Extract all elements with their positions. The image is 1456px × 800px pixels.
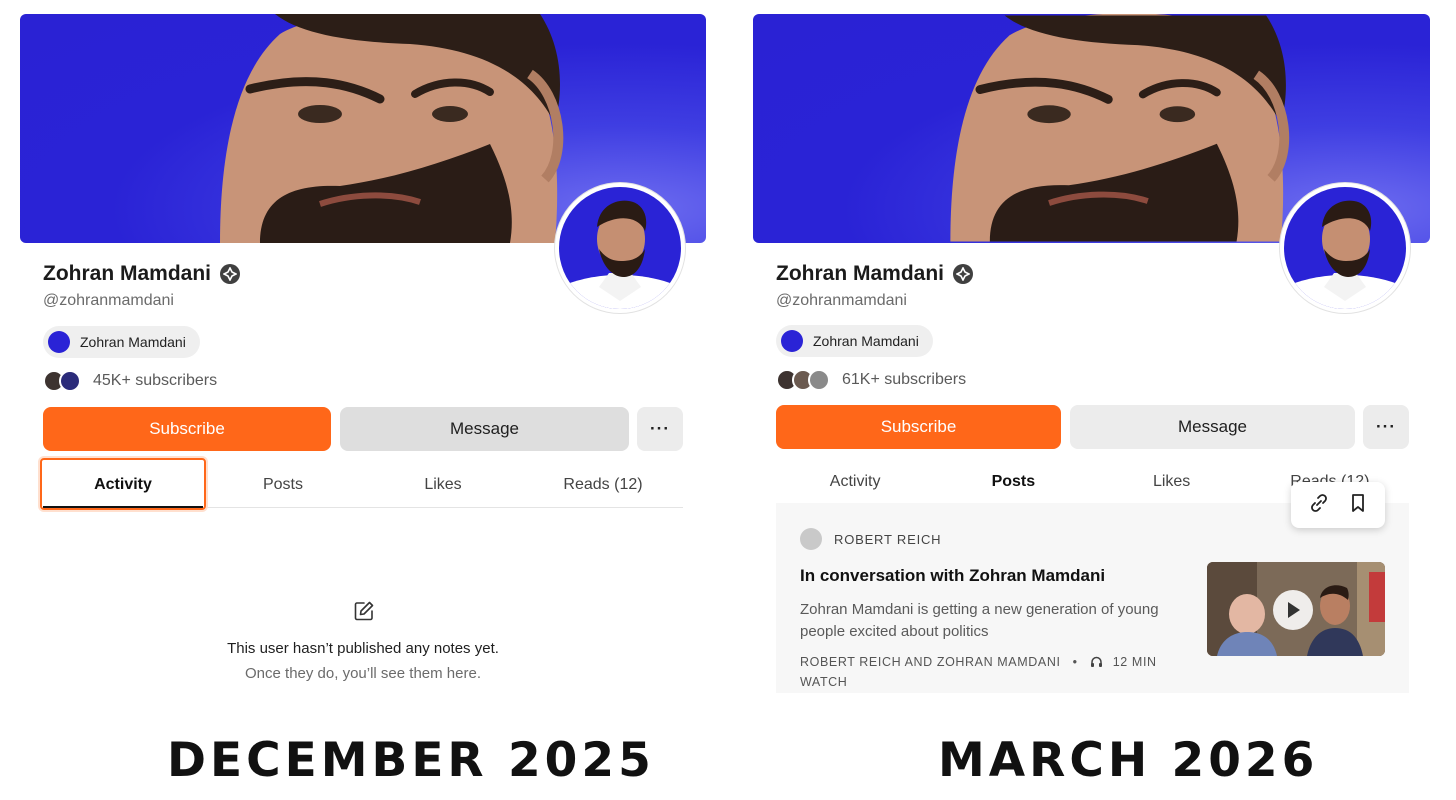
profile-avatar bbox=[555, 183, 685, 313]
more-options-button[interactable]: ··· bbox=[637, 407, 683, 451]
more-options-button[interactable]: ··· bbox=[1363, 405, 1409, 449]
caption-march: MARCH 2026 bbox=[938, 733, 1319, 788]
subscribe-button[interactable]: Subscribe bbox=[776, 405, 1061, 449]
publication-pill[interactable]: Zohran Mamdani bbox=[776, 325, 933, 357]
verified-badge-icon bbox=[220, 264, 240, 284]
message-button[interactable]: Message bbox=[1070, 405, 1355, 449]
post-title[interactable]: In conversation with Zohran Mamdani bbox=[800, 566, 1105, 586]
profile-avatar bbox=[1280, 183, 1410, 313]
empty-state-title: This user hasn’t published any notes yet… bbox=[227, 640, 499, 657]
post-author-name: ROBERT REICH bbox=[834, 531, 942, 547]
subscriber-count: 45K+ subscribers bbox=[43, 370, 217, 392]
author-avatar bbox=[800, 528, 822, 550]
post-meta: ROBERT REICH AND ZOHRAN MAMDANI • 12 MIN… bbox=[800, 653, 1190, 691]
publication-pill[interactable]: Zohran Mamdani bbox=[43, 326, 200, 358]
profile-panel-march: Zohran Mamdani @zohranmamdani Zohran Mam… bbox=[753, 0, 1453, 800]
publication-name: Zohran Mamdani bbox=[80, 334, 186, 350]
post-actions-toolbar bbox=[1291, 482, 1385, 528]
post-byline: ROBERT REICH AND ZOHRAN MAMDANI bbox=[800, 655, 1061, 669]
publication-avatar bbox=[48, 331, 70, 353]
link-icon[interactable] bbox=[1308, 492, 1330, 519]
subscribe-button[interactable]: Subscribe bbox=[43, 407, 331, 451]
empty-state-subtitle: Once they do, you’ll see them here. bbox=[245, 665, 481, 682]
post-description: Zohran Mamdani is getting a new generati… bbox=[800, 601, 1159, 640]
tab-posts[interactable]: Posts bbox=[934, 459, 1093, 505]
caption-december: DECEMBER 2025 bbox=[167, 733, 655, 788]
message-button[interactable]: Message bbox=[340, 407, 629, 451]
play-icon[interactable] bbox=[1273, 590, 1313, 630]
tab-posts[interactable]: Posts bbox=[203, 462, 363, 507]
profile-name: Zohran Mamdani bbox=[43, 262, 212, 285]
subscriber-count-text: 61K+ subscribers bbox=[842, 371, 967, 388]
subscriber-avatars bbox=[43, 370, 81, 392]
post-video-thumbnail[interactable] bbox=[1207, 562, 1385, 656]
subscriber-avatars bbox=[776, 369, 830, 391]
tab-activity[interactable]: Activity bbox=[776, 459, 934, 504]
profile-handle: @zohranmamdani bbox=[43, 292, 174, 309]
subscriber-count: 61K+ subscribers bbox=[776, 369, 966, 391]
post-card[interactable]: ROBERT REICH In conversation with Zohran… bbox=[776, 503, 1409, 693]
meta-separator: • bbox=[1072, 655, 1078, 669]
tab-likes[interactable]: Likes bbox=[363, 462, 523, 507]
subscriber-count-text: 45K+ subscribers bbox=[93, 372, 218, 389]
profile-panel-december: Zohran Mamdani @zohranmamdani Zohran Mam… bbox=[20, 0, 720, 800]
post-author[interactable]: ROBERT REICH bbox=[800, 528, 941, 550]
tab-reads[interactable]: Reads (12) bbox=[523, 462, 683, 507]
edit-icon bbox=[353, 600, 375, 622]
profile-name: Zohran Mamdani bbox=[776, 262, 945, 285]
verified-badge-icon bbox=[953, 264, 973, 284]
bookmark-icon[interactable] bbox=[1347, 492, 1369, 519]
publication-name: Zohran Mamdani bbox=[813, 333, 919, 349]
tab-focus-ring bbox=[40, 458, 206, 510]
profile-handle: @zohranmamdani bbox=[776, 292, 907, 309]
headphones-icon bbox=[1090, 655, 1103, 673]
publication-avatar bbox=[781, 330, 803, 352]
tab-likes[interactable]: Likes bbox=[1093, 459, 1251, 504]
